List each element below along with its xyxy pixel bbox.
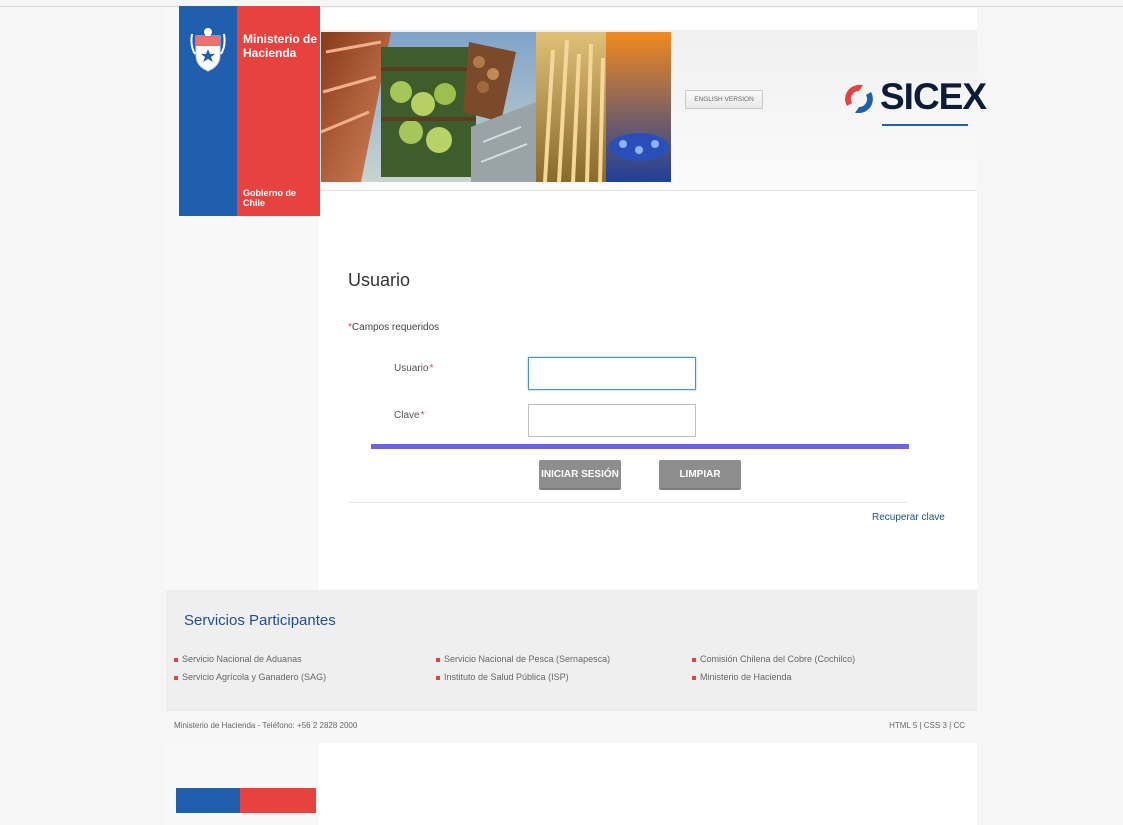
clear-button[interactable]: LIMPIAR bbox=[659, 460, 741, 490]
bullet-icon bbox=[692, 675, 696, 680]
footer-bar: Ministerio de Hacienda - Teléfono: +56 2… bbox=[166, 710, 977, 743]
password-label: Clave* bbox=[394, 410, 425, 421]
form-title: Usuario bbox=[348, 270, 411, 290]
page-container: Ministerio de Hacienda Gobierno de Chile bbox=[166, 6, 987, 825]
sicex-logo-icon bbox=[845, 85, 873, 113]
bullet-icon bbox=[174, 657, 178, 662]
bullet-icon bbox=[692, 657, 696, 662]
form-separator-bar bbox=[371, 444, 909, 449]
service-link-cochilco[interactable]: Comisión Chilena del Cobre (Cochilco) bbox=[692, 654, 855, 664]
english-version-button[interactable]: ENGLISH VERSION bbox=[685, 90, 763, 109]
recover-password-link[interactable]: Recuperar clave bbox=[872, 512, 945, 523]
bullet-icon bbox=[436, 657, 440, 662]
username-input[interactable] bbox=[528, 357, 696, 390]
services-section: Servicios Participantes Servicio Naciona… bbox=[166, 590, 977, 710]
footer-contact: Ministerio de Hacienda - Teléfono: +56 2… bbox=[174, 721, 358, 730]
service-link-sernapesca[interactable]: Servicio Nacional de Pesca (Sernapesca) bbox=[436, 654, 610, 664]
service-link-aduanas[interactable]: Servicio Nacional de Aduanas bbox=[174, 654, 302, 664]
required-fields-note: *Campos requeridos bbox=[348, 322, 439, 333]
bullet-icon bbox=[174, 675, 178, 680]
brand-underline bbox=[882, 124, 968, 126]
government-subtitle: Gobierno de Chile bbox=[243, 188, 297, 208]
bullet-icon bbox=[436, 675, 440, 680]
service-link-hacienda[interactable]: Ministerio de Hacienda bbox=[692, 672, 792, 682]
username-label: Usuario* bbox=[394, 363, 434, 374]
header-banner-image bbox=[321, 32, 671, 182]
government-logo: Ministerio de Hacienda Gobierno de Chile bbox=[179, 6, 320, 216]
chile-flag-bar bbox=[176, 788, 316, 813]
service-link-sag[interactable]: Servicio Agrícola y Ganadero (SAG) bbox=[174, 672, 326, 682]
footer-tech-badges: HTML 5 | CSS 3 | CC bbox=[889, 721, 965, 730]
form-divider bbox=[348, 502, 908, 503]
ministry-title: Ministerio de Hacienda bbox=[243, 32, 318, 60]
login-button[interactable]: INICIAR SESIÓN bbox=[539, 460, 621, 490]
password-input[interactable] bbox=[528, 404, 696, 437]
sicex-logo[interactable]: SICEX bbox=[842, 76, 987, 138]
service-link-isp[interactable]: Instituto de Salud Pública (ISP) bbox=[436, 672, 569, 682]
coat-of-arms-icon bbox=[190, 28, 226, 72]
required-note-text: Campos requeridos bbox=[351, 322, 440, 333]
top-rule bbox=[0, 6, 1123, 7]
services-title: Servicios Participantes bbox=[184, 612, 336, 629]
brand-name: SICEX bbox=[880, 76, 987, 117]
